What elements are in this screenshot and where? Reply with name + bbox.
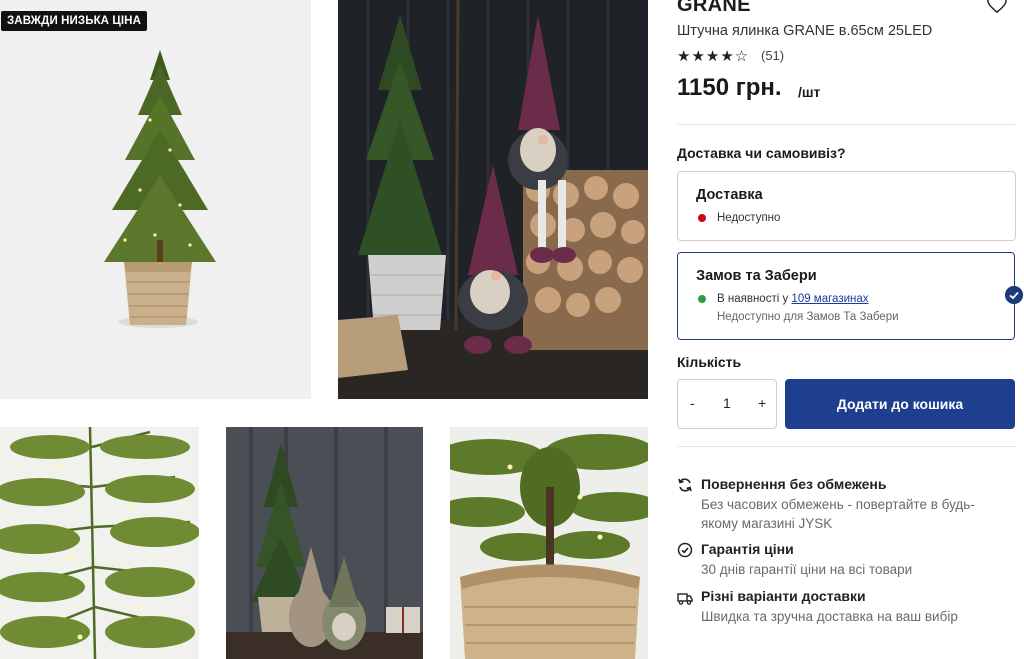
delivery-option-label: Доставка bbox=[696, 187, 763, 203]
quantity-increase-button[interactable]: + bbox=[758, 395, 766, 411]
quantity-value[interactable]: 1 bbox=[723, 395, 731, 411]
feature-description: Швидка та зручна доставка на ваш вибір bbox=[701, 609, 958, 624]
review-count[interactable]: (51) bbox=[761, 48, 784, 63]
feature-title: Різні варіанти доставки bbox=[701, 588, 866, 604]
selected-check-icon bbox=[1005, 286, 1023, 304]
pickup-note: Недоступно для Замов Та Забери bbox=[717, 311, 899, 323]
refresh-icon bbox=[678, 478, 692, 492]
divider bbox=[677, 124, 1015, 125]
check-circle-icon bbox=[677, 542, 693, 558]
quantity-label: Кількість bbox=[677, 354, 742, 370]
quantity-decrease-button[interactable]: - bbox=[690, 395, 695, 411]
product-brand: GRANE bbox=[677, 0, 751, 16]
gnomes-scene-image bbox=[338, 0, 648, 399]
basket-closeup-image bbox=[450, 427, 648, 659]
truck-icon bbox=[677, 593, 693, 605]
rating-stars[interactable]: ★★★★☆ bbox=[677, 47, 749, 65]
stores-link[interactable]: 109 магазинах bbox=[791, 293, 868, 305]
feature-title: Повернення без обмежень bbox=[701, 476, 887, 492]
unavailable-dot-icon bbox=[698, 214, 706, 222]
delivery-status: Недоступно bbox=[717, 212, 781, 224]
product-image-main[interactable]: ЗАВЖДИ НИЗЬКА ЦІНА bbox=[0, 0, 311, 399]
available-dot-icon bbox=[698, 295, 706, 303]
delivery-option-card[interactable]: Доставка Недоступно bbox=[677, 171, 1016, 241]
tree-in-basket-image bbox=[0, 0, 311, 399]
interior-scene-image bbox=[226, 427, 423, 659]
feature-description: 30 днів гарантії ціни на всі товари bbox=[701, 562, 913, 577]
always-low-price-badge: ЗАВЖДИ НИЗЬКА ЦІНА bbox=[1, 11, 147, 31]
feature-description: Без часових обмежень - повертайте в будь… bbox=[701, 497, 975, 531]
product-price: 1150 грн. bbox=[677, 74, 782, 101]
feature-title: Гарантія ціни bbox=[701, 541, 794, 557]
product-title: Штучна ялинка GRANE в.65см 25LED bbox=[677, 23, 933, 39]
pickup-availability-prefix: В наявності у bbox=[717, 293, 789, 305]
product-image-scene[interactable] bbox=[338, 0, 648, 399]
branches-closeup-image bbox=[0, 427, 199, 659]
divider bbox=[677, 446, 1015, 447]
add-to-cart-button[interactable]: Додати до кошика bbox=[785, 379, 1015, 429]
heart-icon[interactable] bbox=[986, 0, 1008, 14]
product-image-basket-closeup[interactable] bbox=[450, 427, 648, 659]
price-unit: /шт bbox=[798, 84, 821, 100]
delivery-section-title: Доставка чи самовивіз? bbox=[677, 145, 846, 161]
pickup-option-label: Замов та Забери bbox=[696, 268, 817, 284]
product-image-interior[interactable] bbox=[226, 427, 423, 659]
quantity-stepper[interactable]: - 1 + bbox=[677, 379, 777, 429]
pickup-option-card[interactable]: Замов та Забери В наявності у 109 магази… bbox=[677, 252, 1015, 340]
product-image-closeup-branches[interactable] bbox=[0, 427, 199, 659]
pickup-availability: В наявності у 109 магазинах bbox=[717, 293, 869, 305]
